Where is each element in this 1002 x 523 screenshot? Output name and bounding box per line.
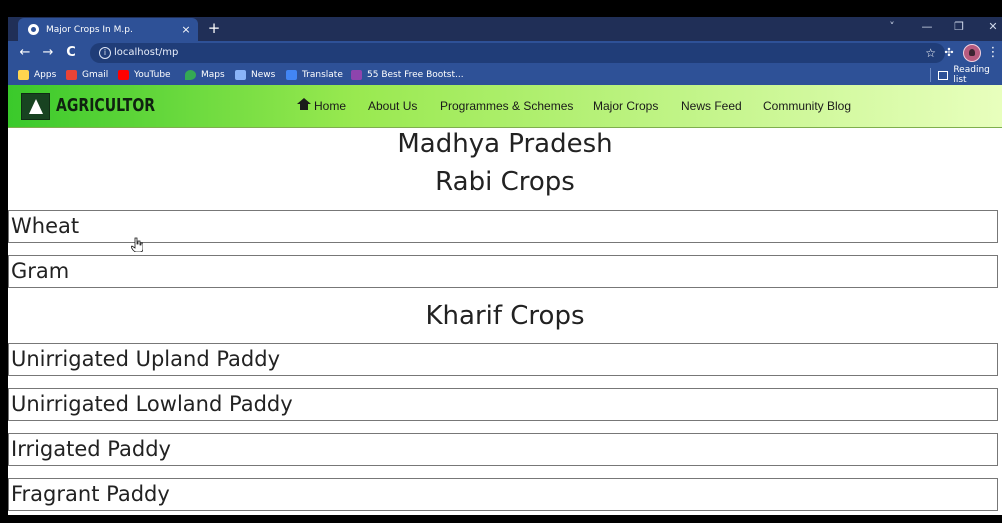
rabi-crops-heading: Rabi Crops — [435, 167, 575, 197]
nav-about-us[interactable]: About Us — [368, 99, 417, 113]
bookmark-translate[interactable]: Translate — [286, 65, 343, 85]
bookmarks-separator — [930, 68, 931, 82]
kharif-crops-heading: Kharif Crops — [425, 301, 585, 331]
bookmark-maps[interactable]: Maps — [185, 65, 225, 85]
avatar[interactable] — [963, 44, 981, 62]
bookmark-apps[interactable]: Apps — [18, 65, 56, 85]
minimize-button[interactable]: — — [916, 20, 938, 33]
nav-community-blog[interactable]: Community Blog — [763, 99, 851, 113]
bookmark-label: Apps — [34, 70, 57, 80]
gmail-icon — [66, 70, 77, 80]
maps-pin-icon — [185, 70, 196, 80]
translate-icon — [286, 70, 297, 80]
crop-item-fragrant-paddy[interactable]: Fragrant Paddy — [8, 478, 998, 511]
browser-menu-icon[interactable]: ⋮ — [984, 44, 1002, 62]
bookmark-label: Translate — [302, 70, 343, 80]
reading-list-icon — [938, 70, 949, 80]
bookmark-page-icon — [351, 70, 362, 80]
new-tab-button[interactable]: + — [204, 19, 224, 37]
state-heading: Madhya Pradesh — [397, 129, 613, 159]
crop-item-wheat[interactable]: Wheat — [8, 210, 998, 243]
nav-label: Home — [314, 99, 347, 113]
bookmark-label: 55 Best Free Bootst... — [367, 70, 464, 80]
nav-home[interactable]: Home — [297, 98, 347, 113]
reading-list-label: Reading list — [953, 65, 990, 85]
bookmark-label: News — [251, 70, 276, 80]
site-header: AGRICULTOR Home About Us Programmes & Sc… — [8, 85, 1002, 128]
bookmark-star-icon[interactable]: ☆ — [925, 43, 936, 63]
bookmark-label: YouTube — [134, 70, 171, 80]
crop-item-gram[interactable]: Gram — [8, 255, 998, 288]
bookmark-gmail[interactable]: Gmail — [66, 65, 108, 85]
youtube-icon — [118, 70, 129, 80]
globe-icon — [28, 24, 39, 35]
info-icon[interactable]: i — [99, 47, 111, 59]
bookmark-bootstrap[interactable]: 55 Best Free Bootst... — [351, 65, 464, 85]
brand-name[interactable]: AGRICULTOR — [56, 95, 155, 116]
extension-puzzle-icon[interactable]: ✣ — [940, 44, 958, 62]
tab-title: Major Crops In M.p. — [46, 24, 133, 35]
nav-programmes-schemes[interactable]: Programmes & Schemes — [440, 99, 573, 113]
crop-item-unirrigated-lowland-paddy[interactable]: Unirrigated Lowland Paddy — [8, 388, 998, 421]
web-page: AGRICULTOR Home About Us Programmes & Sc… — [8, 85, 1002, 515]
news-icon — [235, 70, 246, 80]
tab-search-button[interactable]: ˅ — [881, 20, 903, 33]
agriculture-logo-icon[interactable] — [21, 93, 50, 120]
crop-item-unirrigated-upland-paddy[interactable]: Unirrigated Upland Paddy — [8, 343, 998, 376]
back-button[interactable]: ← — [15, 44, 35, 62]
reload-button[interactable]: C — [61, 44, 81, 62]
bookmark-youtube[interactable]: YouTube — [118, 65, 171, 85]
apps-grid-icon — [18, 70, 29, 80]
bookmark-news[interactable]: News — [235, 65, 275, 85]
hand-cursor-icon — [131, 237, 143, 252]
close-tab-button[interactable]: × — [178, 23, 194, 36]
restore-button[interactable]: ❐ — [948, 20, 970, 33]
bookmark-label: Maps — [201, 70, 225, 80]
screen: Major Crops In M.p. × + ˅ — ❐ ✕ ← → C i … — [0, 0, 1002, 523]
bookmark-label: Gmail — [82, 70, 109, 80]
forward-button[interactable]: → — [38, 44, 58, 62]
crop-item-irrigated-paddy[interactable]: Irrigated Paddy — [8, 433, 998, 466]
nav-news-feed[interactable]: News Feed — [681, 99, 742, 113]
address-bar[interactable]: i localhost/mp ☆ — [90, 43, 945, 63]
home-icon — [297, 98, 311, 111]
close-window-button[interactable]: ✕ — [982, 20, 1002, 33]
nav-major-crops[interactable]: Major Crops — [593, 99, 658, 113]
active-tab[interactable]: Major Crops In M.p. × — [18, 18, 198, 41]
browser-toolbar: ← → C i localhost/mp ☆ ✣ ⋮ — [8, 41, 1002, 65]
logo-mark — [29, 99, 43, 114]
browser-tab-strip: Major Crops In M.p. × + ˅ — ❐ ✕ — [8, 17, 1002, 41]
reading-list-button[interactable]: Reading list — [938, 65, 1002, 85]
url-text[interactable]: localhost/mp — [114, 43, 178, 63]
bookmarks-bar: Apps Gmail YouTube Maps News Translate 5… — [8, 65, 1002, 85]
bottom-border — [0, 515, 1002, 523]
